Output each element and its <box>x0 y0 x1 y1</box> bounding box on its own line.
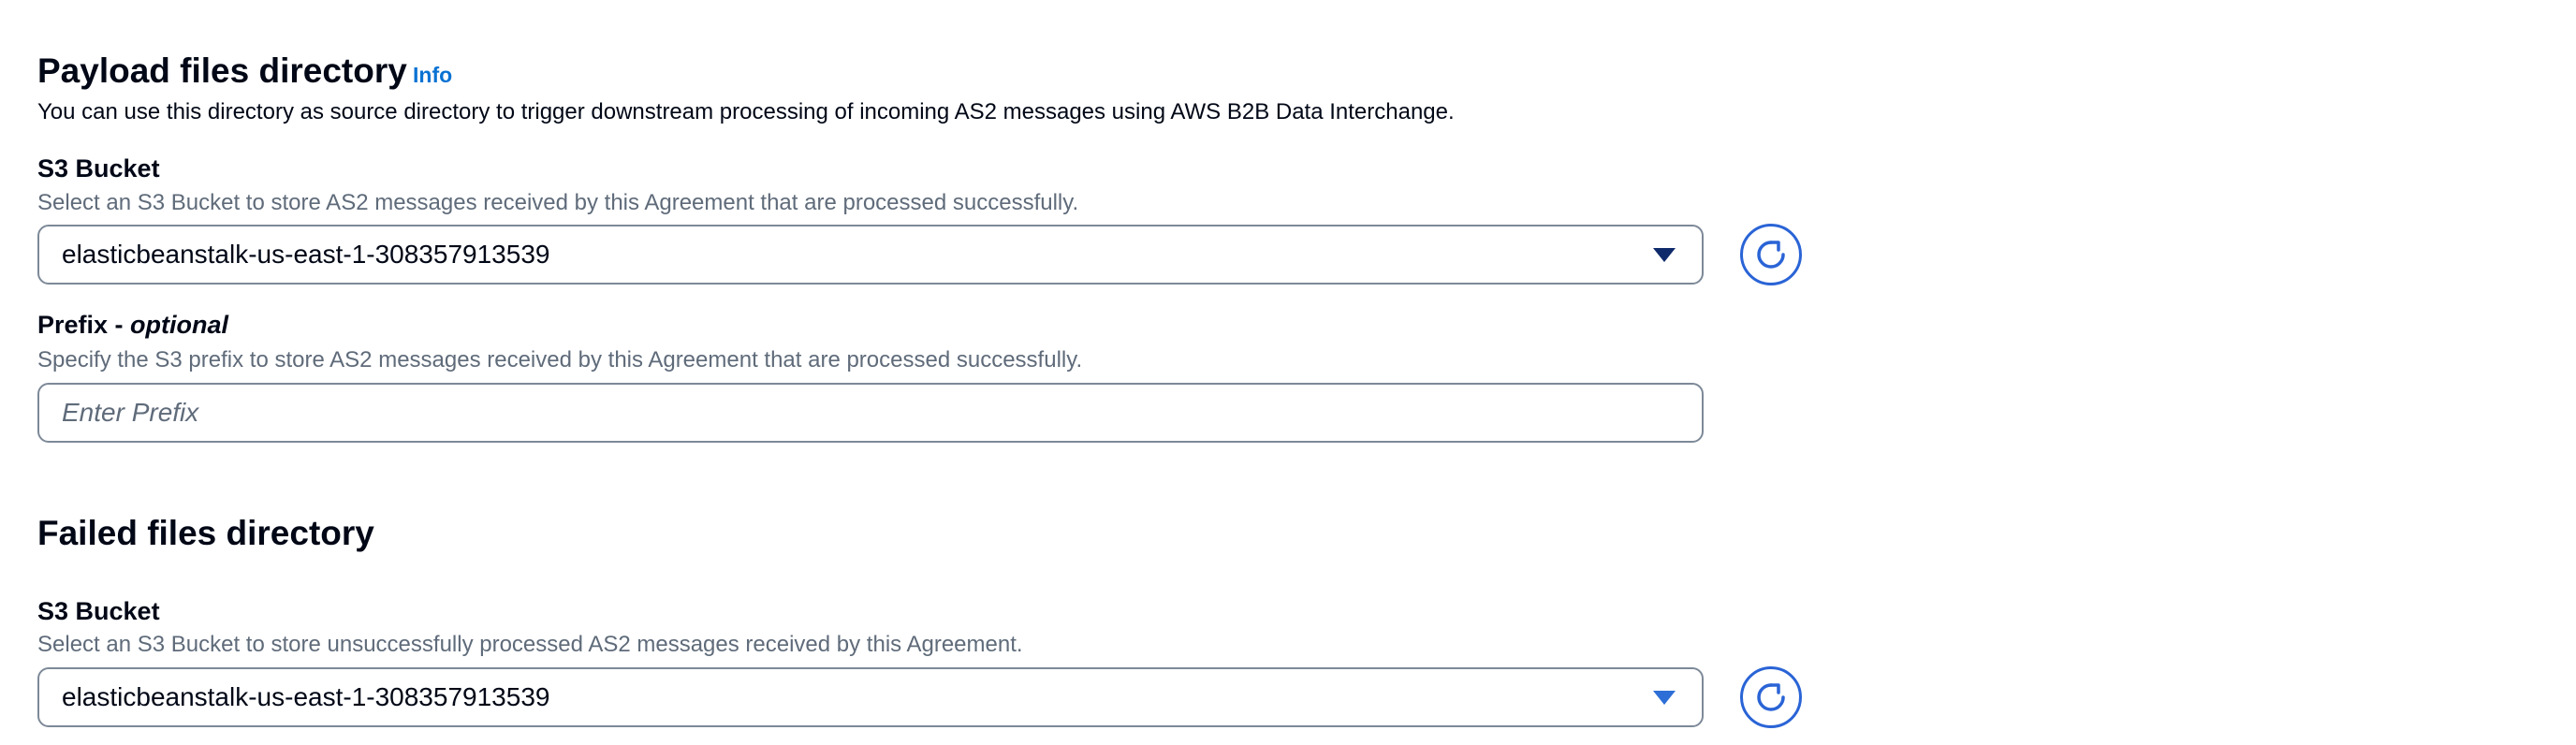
failed-s3-bucket-selected-value: elasticbeanstalk-us-east-1-308357913539 <box>62 682 550 711</box>
payload-s3-bucket-label: S3 Bucket <box>37 154 160 183</box>
payload-refresh-button[interactable] <box>1740 224 1802 285</box>
prefix-label-optional: optional <box>130 311 229 339</box>
failed-refresh-button[interactable] <box>1740 666 1802 728</box>
prefix-input[interactable] <box>37 383 1704 443</box>
payload-section-title-text: Payload files directory <box>37 51 407 90</box>
caret-down-icon <box>1653 690 1676 705</box>
failed-s3-bucket-label: S3 Bucket <box>37 597 160 625</box>
failed-section-title: Failed files directory <box>37 514 374 552</box>
payload-s3-bucket-select[interactable]: elasticbeanstalk-us-east-1-308357913539 <box>37 225 1704 285</box>
payload-section-title: Payload files directory <box>37 51 407 92</box>
caret-down-icon <box>1653 247 1676 262</box>
payload-info-link[interactable]: Info <box>413 63 452 88</box>
failed-s3-bucket-hint: Select an S3 Bucket to store unsuccessfu… <box>37 632 1023 657</box>
failed-s3-bucket-select[interactable]: elasticbeanstalk-us-east-1-308357913539 <box>37 667 1704 727</box>
refresh-icon <box>1757 241 1785 269</box>
payload-s3-bucket-selected-value: elasticbeanstalk-us-east-1-308357913539 <box>62 240 550 269</box>
payload-section-description: You can use this directory as source dir… <box>37 99 1455 124</box>
prefix-label: Prefix - optional <box>37 309 228 341</box>
payload-s3-bucket-hint: Select an S3 Bucket to store AS2 message… <box>37 190 1079 215</box>
prefix-label-text: Prefix - <box>37 311 131 339</box>
refresh-icon <box>1757 683 1785 711</box>
prefix-hint: Specify the S3 prefix to store AS2 messa… <box>37 347 1083 372</box>
